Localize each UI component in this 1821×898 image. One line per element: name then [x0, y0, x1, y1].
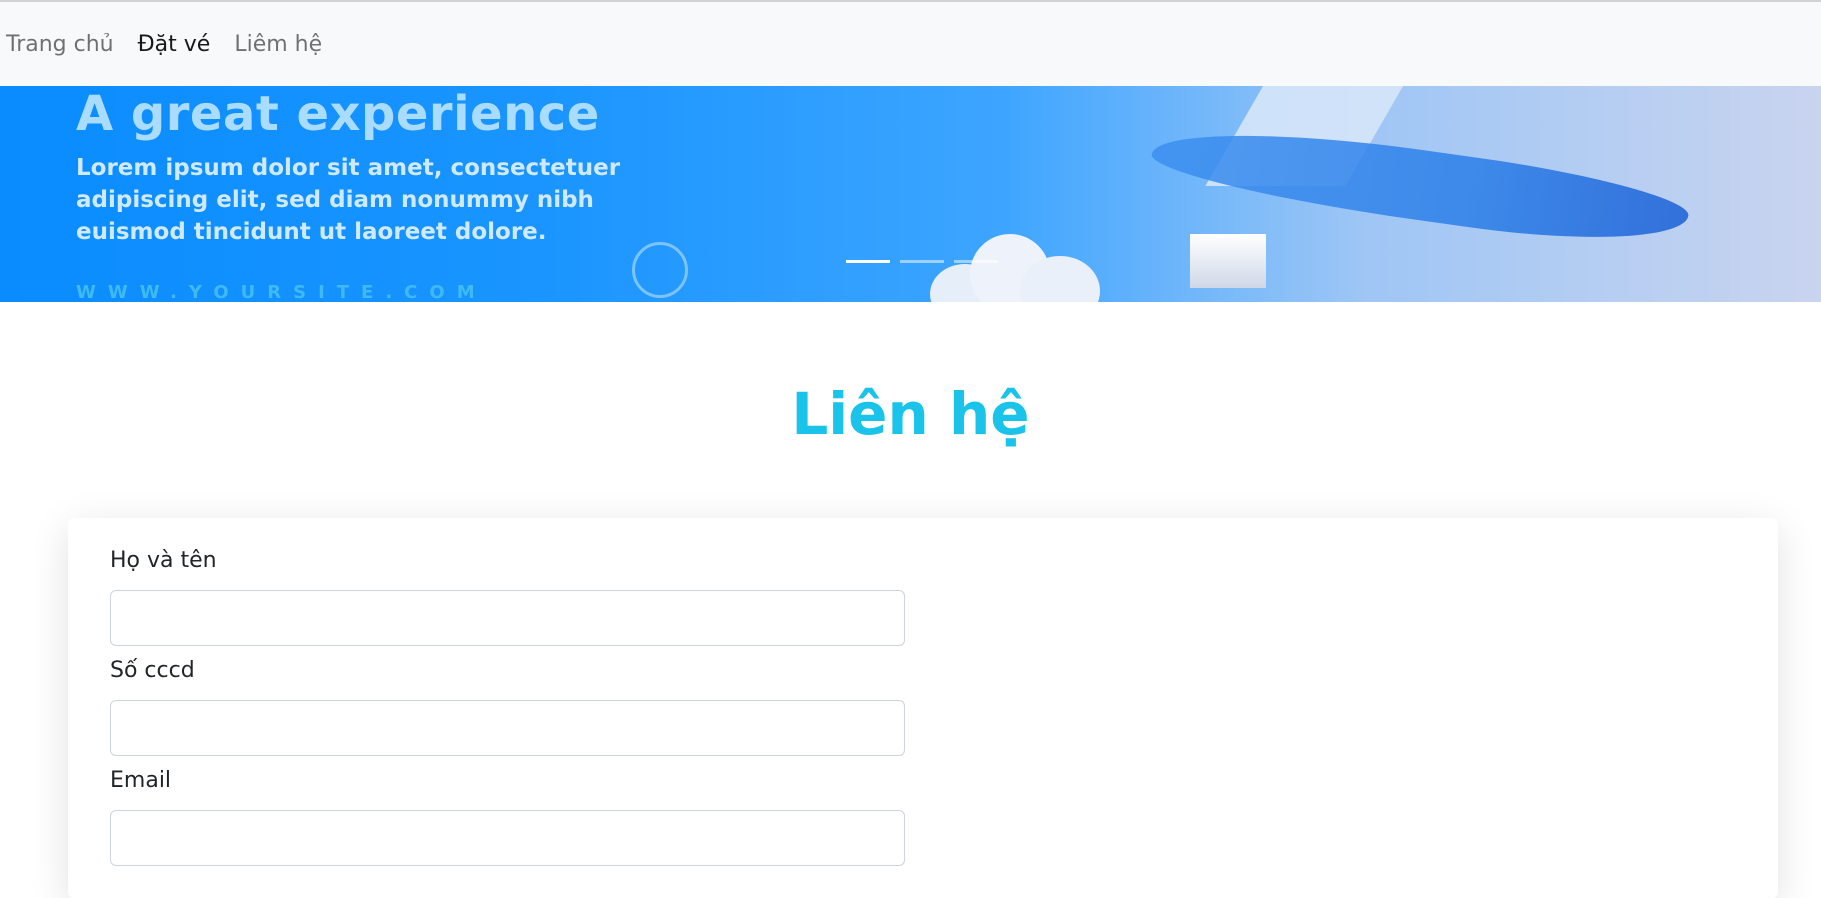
- carousel-indicator-2[interactable]: [900, 260, 944, 263]
- nav-link-booking[interactable]: Đặt vé: [138, 32, 211, 57]
- email-label: Email: [110, 768, 172, 793]
- cloud-decoration: [930, 234, 1110, 302]
- id-number-input[interactable]: [110, 700, 905, 756]
- id-number-label: Số cccd: [110, 658, 195, 683]
- top-navbar: Trang chủ Đặt vé Liêm hệ: [0, 0, 1821, 86]
- carousel-slide-text: Lorem ipsum dolor sit amet, consectetuer…: [76, 155, 621, 245]
- carousel-indicators: [846, 260, 998, 263]
- email-input[interactable]: [110, 810, 905, 866]
- full-name-input[interactable]: [110, 590, 905, 646]
- carousel-indicator-3[interactable]: [954, 260, 998, 263]
- page-title: Liên hệ: [791, 380, 1030, 448]
- carousel-slide-url: WWW.YOURSITE.COM: [76, 282, 487, 302]
- nav-link-contact[interactable]: Liêm hệ: [234, 32, 322, 57]
- carousel-slide-title: A great experience: [76, 86, 600, 142]
- carousel-indicator-1[interactable]: [846, 260, 890, 263]
- ring-decoration: [632, 242, 688, 298]
- airplane-tail-image: [1190, 234, 1266, 288]
- hero-carousel[interactable]: A great experience Lorem ipsum dolor sit…: [0, 86, 1821, 302]
- full-name-label: Họ và tên: [110, 548, 217, 573]
- nav-link-home[interactable]: Trang chủ: [6, 32, 114, 57]
